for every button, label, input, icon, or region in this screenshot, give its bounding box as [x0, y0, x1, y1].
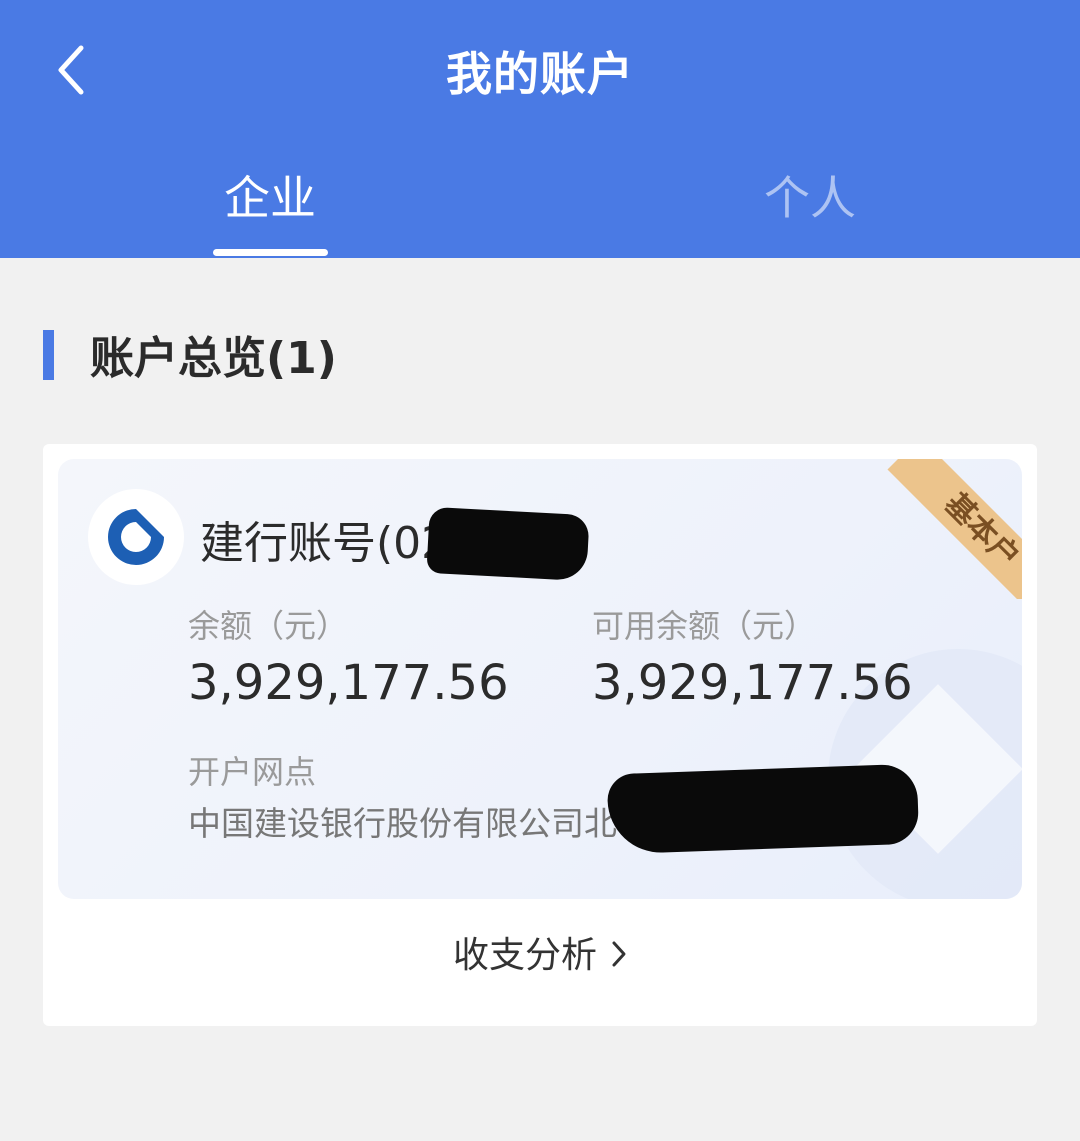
branch-value: 中国建设银行股份有限公司北 [188, 804, 617, 843]
active-tab-indicator [213, 249, 328, 256]
account-card[interactable]: 建行账号(0211) 基本户 余额（元） 3,929,177.56 可用余额（元… [43, 444, 1037, 1026]
branch-label: 开户网点 [188, 753, 317, 791]
ccb-logo-icon [108, 509, 164, 565]
bank-logo [88, 489, 184, 585]
basic-account-badge: 基本户 [882, 459, 1022, 599]
redaction-mark [606, 763, 920, 855]
tab-company[interactable]: 企业 [120, 162, 420, 228]
balance-value: 3,929,177.56 [188, 655, 509, 711]
page-title: 我的账户 [446, 47, 634, 101]
income-expense-analysis-link[interactable]: 收支分析 [43, 926, 1037, 978]
section-accent-bar [43, 330, 54, 380]
section-title: 账户总览(1) [90, 333, 337, 384]
redaction-mark [426, 506, 590, 582]
analysis-label: 收支分析 [452, 935, 597, 976]
available-balance-label: 可用余额（元） [592, 607, 817, 645]
available-balance-value: 3,929,177.56 [592, 655, 913, 711]
tab-personal[interactable]: 个人 [660, 162, 960, 228]
chevron-right-icon [611, 937, 627, 978]
account-card-body: 建行账号(0211) 基本户 余额（元） 3,929,177.56 可用余额（元… [58, 459, 1022, 899]
badge-label: 基本户 [887, 459, 1022, 599]
balance-label: 余额（元） [188, 607, 349, 645]
header-bar: 我的账户 企业 个人 [0, 0, 1080, 258]
